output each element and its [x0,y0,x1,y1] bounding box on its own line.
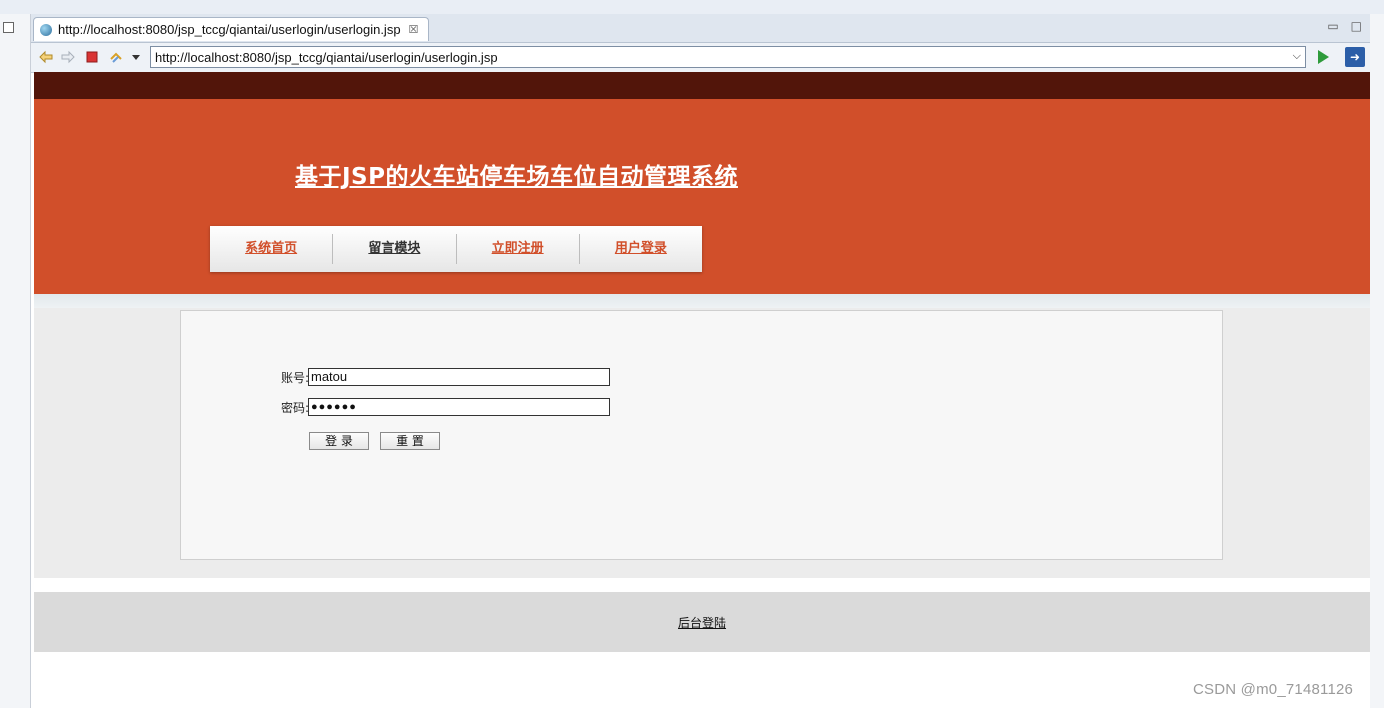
tab-title: http://localhost:8080/jsp_tccg/qiantai/u… [58,22,401,37]
panel-restore-icon[interactable] [3,22,14,33]
top-bar [34,72,1370,99]
password-label: 密码: [280,400,309,415]
ide-left-panel [0,14,31,708]
login-form: 账号: matou 密码: ●●●●●● 登 录 重 置 [180,310,1223,560]
login-button[interactable]: 登 录 [309,432,369,450]
site-header: 基于JSP的火车站停车场车位自动管理系统 系统首页 留言模块 立即注册 用户登录 [34,99,1370,294]
url-text: http://localhost:8080/jsp_tccg/qiantai/u… [155,49,498,65]
dropdown-icon[interactable] [129,50,143,64]
refresh-icon[interactable] [109,50,123,64]
site-title[interactable]: 基于JSP的火车站停车场车位自动管理系统 [295,157,738,191]
account-input[interactable]: matou [308,368,610,386]
main-menu: 系统首页 留言模块 立即注册 用户登录 [210,226,702,272]
browser-tab-bar: http://localhost:8080/jsp_tccg/qiantai/u… [31,14,1370,43]
go-icon[interactable] [1318,50,1329,64]
back-icon[interactable] [39,50,53,64]
url-input[interactable]: http://localhost:8080/jsp_tccg/qiantai/u… [150,46,1306,68]
password-row: 密码: ●●●●●● [273,398,610,416]
browser-tab[interactable]: http://localhost:8080/jsp_tccg/qiantai/u… [33,17,429,41]
content-area: 账号: matou 密码: ●●●●●● 登 录 重 置 [34,308,1370,578]
globe-icon [40,23,52,36]
account-row: 账号: matou [273,368,610,386]
maximize-icon[interactable]: □ [1351,19,1362,33]
account-label: 账号: [280,370,309,385]
header-divider [34,294,1370,308]
forward-icon[interactable] [61,50,75,64]
watermark: CSDN @m0_71481126 [1193,681,1354,698]
admin-login-link[interactable]: 后台登陆 [678,614,726,631]
ide-right-panel [1370,14,1384,708]
browser-navbar: http://localhost:8080/jsp_tccg/qiantai/u… [31,43,1370,73]
web-page: 基于JSP的火车站停车场车位自动管理系统 系统首页 留言模块 立即注册 用户登录… [34,72,1370,708]
open-external-icon[interactable]: ➜ [1345,47,1365,67]
menu-item-home[interactable]: 系统首页 [210,234,334,264]
menu-item-messages[interactable]: 留言模块 [333,234,457,264]
reset-button[interactable]: 重 置 [380,432,440,450]
site-footer: 后台登陆 [34,592,1370,652]
close-icon[interactable]: ☒ [409,23,419,36]
password-input[interactable]: ●●●●●● [308,398,610,416]
ide-toolbar [0,0,1384,14]
menu-item-register[interactable]: 立即注册 [457,234,580,264]
stop-icon[interactable] [85,50,99,64]
window-controls: ▭ □ [1327,19,1362,33]
minimize-icon[interactable]: ▭ [1327,19,1338,33]
chevron-down-icon[interactable]: ⌵ [1293,50,1301,63]
menu-item-login[interactable]: 用户登录 [580,234,702,264]
